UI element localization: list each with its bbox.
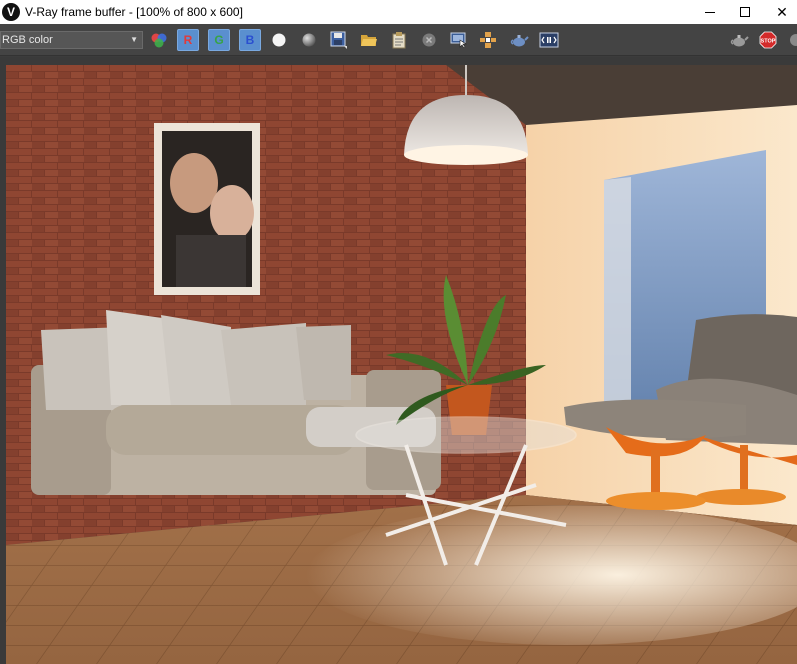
- title-bar: V V-Ray frame buffer - [100% of 800 x 60…: [0, 0, 797, 24]
- save-icon[interactable]: [329, 30, 349, 50]
- toolbar-overflow-icon[interactable]: [787, 30, 797, 50]
- teapot-render-icon[interactable]: [729, 30, 749, 50]
- teapot-icon[interactable]: [509, 30, 529, 50]
- channel-select[interactable]: RGB color ▼: [0, 31, 143, 49]
- stop-icon: STOP: [759, 31, 777, 49]
- region-render-icon[interactable]: [478, 30, 498, 50]
- clear-icon[interactable]: [419, 30, 439, 50]
- viewport: [0, 57, 797, 664]
- maximize-icon: [740, 7, 750, 17]
- green-channel-button[interactable]: G: [208, 29, 230, 51]
- stop-label: STOP: [761, 39, 776, 45]
- rendered-image[interactable]: [6, 65, 797, 664]
- chevron-down-icon: ▼: [130, 35, 138, 44]
- blue-channel-button[interactable]: B: [239, 29, 261, 51]
- red-channel-button[interactable]: R: [177, 29, 199, 51]
- lens-effects-icon[interactable]: [539, 30, 559, 50]
- white-circle-icon[interactable]: [269, 30, 289, 50]
- gray-sphere-icon[interactable]: [299, 30, 319, 50]
- maximize-button[interactable]: [723, 0, 767, 24]
- clipboard-icon[interactable]: [389, 30, 409, 50]
- stop-button[interactable]: STOP: [758, 30, 778, 50]
- track-mouse-icon[interactable]: [449, 30, 469, 50]
- color-balls-icon[interactable]: [149, 30, 169, 50]
- minimize-icon: [705, 11, 715, 13]
- close-button[interactable]: ✕: [767, 0, 797, 24]
- window-title: V-Ray frame buffer - [100% of 800 x 600]: [25, 5, 243, 19]
- open-folder-icon[interactable]: [359, 30, 379, 50]
- toolbar: RGB color ▼ R G B STOP: [0, 24, 797, 56]
- channel-select-value: RGB color: [2, 34, 53, 46]
- vray-logo-icon: V: [2, 3, 20, 21]
